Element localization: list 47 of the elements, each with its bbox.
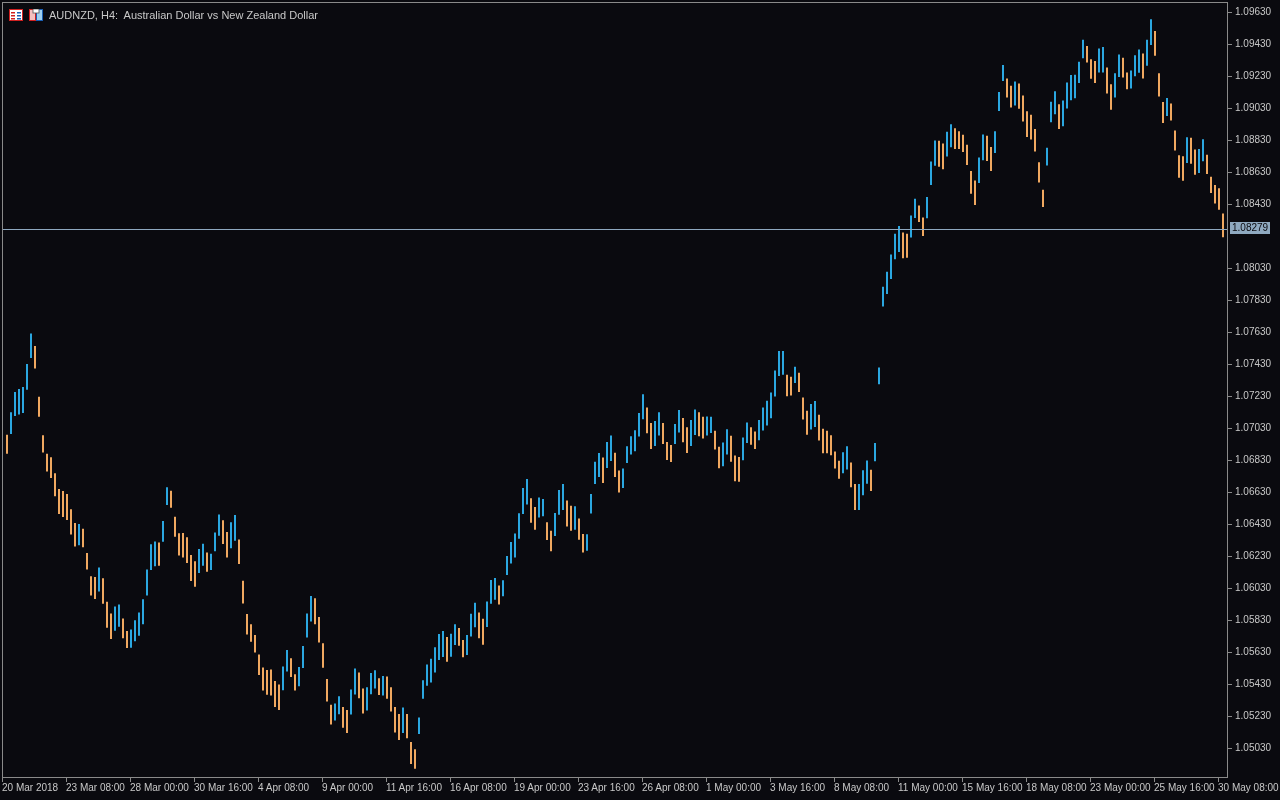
- time-label: 3 May 16:00: [770, 783, 826, 793]
- time-label: 23 Mar 08:00: [66, 783, 125, 793]
- price-label: 1.05630: [1235, 647, 1272, 657]
- time-label: 4 Apr 08:00: [258, 783, 310, 793]
- time-label: 9 Apr 00:00: [322, 783, 374, 793]
- price-label: 1.09230: [1235, 71, 1272, 81]
- time-label: 16 Apr 08:00: [450, 783, 507, 793]
- time-label: 30 Mar 16:00: [194, 783, 253, 793]
- price-label: 1.08430: [1235, 199, 1272, 209]
- price-label: 1.05030: [1235, 743, 1272, 753]
- price-label: 1.08830: [1235, 135, 1272, 145]
- price-label: 1.07830: [1235, 295, 1272, 305]
- time-label: 25 May 16:00: [1154, 783, 1215, 793]
- price-label: 1.07630: [1235, 327, 1272, 337]
- list-icon[interactable]: [9, 9, 23, 22]
- time-label: 8 May 08:00: [834, 783, 890, 793]
- time-label: 18 May 08:00: [1026, 783, 1087, 793]
- price-label: 1.05830: [1235, 615, 1272, 625]
- price-label: 1.07030: [1235, 423, 1272, 433]
- time-label: 1 May 00:00: [706, 783, 762, 793]
- time-label: 15 May 16:00: [962, 783, 1023, 793]
- price-label: 1.09030: [1235, 103, 1272, 113]
- price-label: 1.06230: [1235, 551, 1272, 561]
- price-label: 1.08030: [1235, 263, 1272, 273]
- time-label: 26 Apr 08:00: [642, 783, 699, 793]
- price-label: 1.07430: [1235, 359, 1272, 369]
- time-label: 23 May 00:00: [1090, 783, 1151, 793]
- time-label: 19 Apr 00:00: [514, 783, 571, 793]
- price-label: 1.08630: [1235, 167, 1272, 177]
- price-label: 1.06630: [1235, 487, 1272, 497]
- time-label: 20 Mar 2018: [2, 783, 59, 793]
- time-label: 11 May 00:00: [898, 783, 958, 793]
- price-label: 1.06830: [1235, 455, 1272, 465]
- price-label: 1.06030: [1235, 583, 1272, 593]
- time-label: 28 Mar 00:00: [130, 783, 189, 793]
- window-icon[interactable]: [29, 9, 43, 22]
- price-label: 1.09630: [1235, 7, 1272, 17]
- time-label: 11 Apr 16:00: [386, 783, 442, 793]
- price-label: 1.05230: [1235, 711, 1272, 721]
- price-label: 1.05430: [1235, 679, 1272, 689]
- price-label: 1.06430: [1235, 519, 1272, 529]
- chart-title: AUDNZD, H4: Australian Dollar vs New Zealand Dollar: [49, 8, 318, 23]
- time-label: 30 May 08:00: [1218, 783, 1279, 793]
- current-price-label: 1.08279: [1230, 222, 1271, 234]
- price-label: 1.09430: [1235, 39, 1272, 49]
- price-label: 1.07230: [1235, 391, 1272, 401]
- time-label: 23 Apr 16:00: [578, 783, 635, 793]
